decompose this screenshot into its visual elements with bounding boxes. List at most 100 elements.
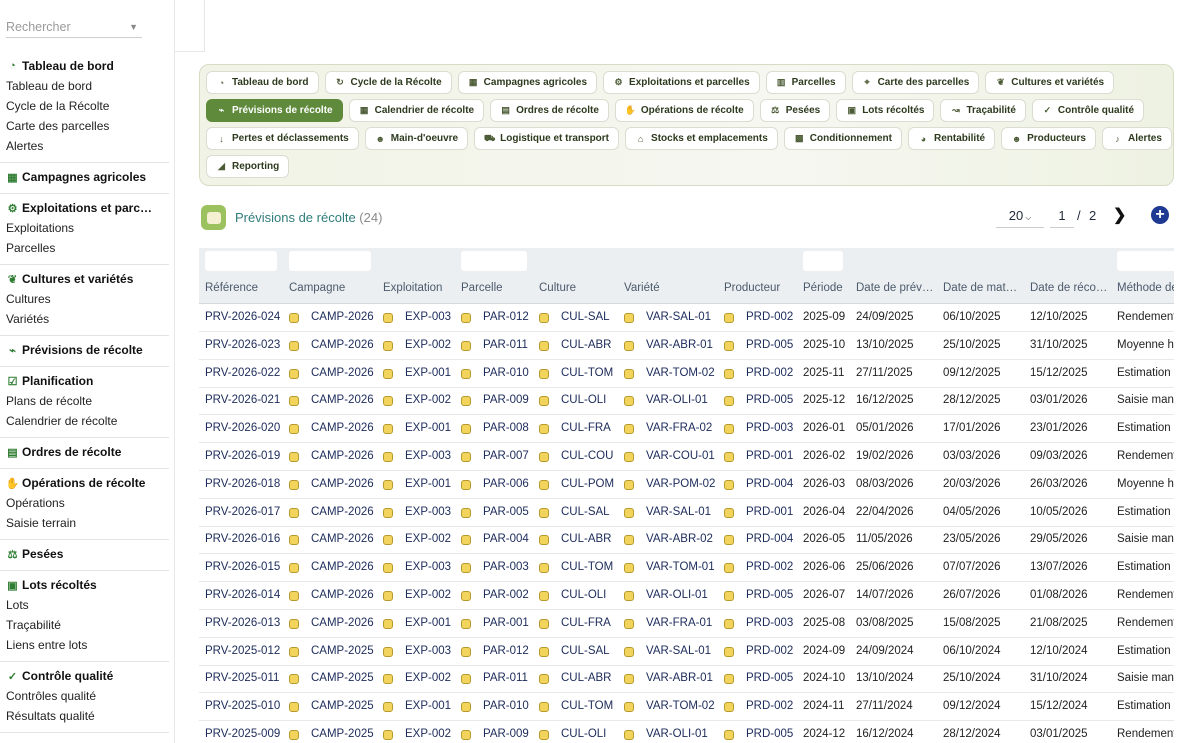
table-cell[interactable]: CAMP-2025 <box>311 672 374 684</box>
table-cell[interactable]: CUL-SAL <box>561 645 610 657</box>
add-record-button[interactable]: + <box>1151 206 1169 224</box>
sidebar-item[interactable]: Parcelles <box>6 238 163 258</box>
table-cell[interactable]: CAMP-2026 <box>311 561 374 573</box>
table-cell[interactable]: PRV-2026-024 <box>205 311 280 323</box>
tab-item[interactable]: ⌖ Carte des parcelles <box>851 71 980 94</box>
table-cell[interactable]: VAR-FRA-02 <box>646 422 712 434</box>
column-header[interactable]: Culture <box>539 282 576 294</box>
table-cell[interactable]: PRD-001 <box>746 506 793 518</box>
table-cell[interactable]: VAR-ABR-01 <box>646 672 713 684</box>
sidebar-item[interactable]: Opérations <box>6 493 163 513</box>
table-cell[interactable]: CUL-OLI <box>561 589 606 601</box>
table-row[interactable]: PRV-2025-011 CAMP-2025 EXP-002 PAR-011 CUL-A… <box>199 665 1174 694</box>
table-row[interactable]: PRV-2026-017 CAMP-2026 EXP-003 PAR-005 CUL-S… <box>199 499 1174 527</box>
table-row[interactable]: PRV-2026-018 CAMP-2026 EXP-001 PAR-006 CUL-P… <box>199 471 1174 499</box>
tab-item[interactable]: ▦ Calendrier de récolte <box>348 99 485 122</box>
table-row[interactable]: PRV-2026-024 CAMP-2026 EXP-003 PAR-012 CUL-S… <box>199 304 1174 332</box>
tab-item[interactable]: ▣ Lots récoltés <box>836 99 935 122</box>
column-header[interactable]: Date de réco… <box>1030 282 1107 294</box>
sidebar-section-title[interactable]: ☑ Planification <box>6 371 163 391</box>
chevron-down-icon[interactable]: ▼ <box>129 16 138 38</box>
table-cell[interactable]: CUL-FRA <box>561 617 611 629</box>
sidebar-item[interactable]: Plans de récolte <box>6 391 163 411</box>
table-cell[interactable]: EXP-001 <box>405 617 451 629</box>
table-cell[interactable]: VAR-ABR-02 <box>646 533 713 545</box>
table-cell[interactable]: EXP-001 <box>405 422 451 434</box>
table-cell[interactable]: CAMP-2026 <box>311 394 374 406</box>
table-cell[interactable]: PRD-005 <box>746 339 793 351</box>
table-cell[interactable]: PAR-012 <box>483 645 529 657</box>
table-cell[interactable]: PRV-2026-022 <box>205 367 280 379</box>
column-filter-input[interactable] <box>1117 251 1174 271</box>
table-cell[interactable]: EXP-003 <box>405 645 451 657</box>
sidebar-item[interactable]: Alertes <box>6 136 163 156</box>
tab-item[interactable]: ⚙ Exploitations et parcelles <box>603 71 760 94</box>
table-cell[interactable]: PRV-2025-009 <box>205 728 280 740</box>
table-row[interactable]: PRV-2026-022 CAMP-2026 EXP-001 PAR-010 CUL-T… <box>199 360 1174 388</box>
table-cell[interactable]: EXP-002 <box>405 533 451 545</box>
table-cell[interactable]: PRV-2025-010 <box>205 700 280 712</box>
sidebar-item[interactable]: Cultures <box>6 289 163 309</box>
table-cell[interactable]: PAR-007 <box>483 450 529 462</box>
table-cell[interactable]: PRD-005 <box>746 728 793 740</box>
sidebar-item[interactable]: Lots <box>6 595 163 615</box>
table-cell[interactable]: CUL-SAL <box>561 506 610 518</box>
table-cell[interactable]: CAMP-2026 <box>311 617 374 629</box>
table-cell[interactable]: PRD-003 <box>746 617 793 629</box>
table-cell[interactable]: PRD-003 <box>746 422 793 434</box>
sidebar-item[interactable]: Carte des parcelles <box>6 116 163 136</box>
table-cell[interactable]: PRD-002 <box>746 645 793 657</box>
tab-item[interactable]: ❦ Cultures et variétés <box>985 71 1115 94</box>
table-cell[interactable]: VAR-SAL-01 <box>646 311 711 323</box>
table-row[interactable]: PRV-2026-013 CAMP-2026 EXP-001 PAR-001 CUL-F… <box>199 610 1174 638</box>
table-row[interactable]: PRV-2026-023 CAMP-2026 EXP-002 PAR-011 CUL-A… <box>199 332 1174 360</box>
tab-item[interactable]: ♪ Alertes <box>1102 127 1172 150</box>
sidebar-item[interactable]: Saisie terrain <box>6 513 163 533</box>
sidebar-item[interactable]: Variétés <box>6 309 163 329</box>
table-cell[interactable]: PRD-004 <box>746 478 793 490</box>
table-cell[interactable]: PRD-002 <box>746 311 793 323</box>
search-input[interactable]: Rechercher ▼ <box>6 16 142 38</box>
table-cell[interactable]: CUL-TOM <box>561 700 613 712</box>
sidebar-item[interactable]: Calendrier de récolte <box>6 411 163 431</box>
table-cell[interactable]: PRD-002 <box>746 367 793 379</box>
table-cell[interactable]: CAMP-2026 <box>311 422 374 434</box>
next-page-icon[interactable]: ❯ <box>1113 205 1126 225</box>
table-cell[interactable]: PRD-005 <box>746 589 793 601</box>
table-cell[interactable]: VAR-TOM-02 <box>646 367 715 379</box>
tab-item[interactable]: ▥ Parcelles <box>765 71 846 94</box>
table-cell[interactable]: PAR-002 <box>483 589 529 601</box>
table-cell[interactable]: EXP-001 <box>405 700 451 712</box>
table-cell[interactable]: EXP-002 <box>405 589 451 601</box>
tab-item[interactable]: ◢ Reporting <box>206 155 290 178</box>
sidebar-section-title[interactable]: ▦ Campagnes agricoles <box>6 167 163 187</box>
table-cell[interactable]: EXP-001 <box>405 367 451 379</box>
page-number-input[interactable]: 1 <box>1050 206 1074 228</box>
table-row[interactable]: PRV-2026-014 CAMP-2026 EXP-002 PAR-002 CUL-O… <box>199 582 1174 610</box>
table-cell[interactable]: PRV-2026-015 <box>205 561 280 573</box>
column-filter-input[interactable] <box>289 251 371 271</box>
table-cell[interactable]: VAR-TOM-02 <box>646 700 715 712</box>
column-header[interactable]: Date de prév… <box>856 282 933 294</box>
table-cell[interactable]: VAR-OLI-01 <box>646 394 708 406</box>
table-cell[interactable]: PRV-2026-023 <box>205 339 280 351</box>
table-cell[interactable]: CAMP-2026 <box>311 589 374 601</box>
table-cell[interactable]: EXP-003 <box>405 561 451 573</box>
sidebar-section-title[interactable]: ◔ Tableau de bord <box>6 56 163 76</box>
table-cell[interactable]: PRD-002 <box>746 561 793 573</box>
table-cell[interactable]: CAMP-2025 <box>311 728 374 740</box>
tab-item[interactable]: ✋ Opérations de récolte <box>614 99 754 122</box>
column-header[interactable]: Référence <box>205 282 258 294</box>
table-row[interactable]: PRV-2026-020 CAMP-2026 EXP-001 PAR-008 CUL-F… <box>199 415 1174 444</box>
table-cell[interactable]: PAR-006 <box>483 478 529 490</box>
table-cell[interactable]: CUL-OLI <box>561 728 606 740</box>
table-cell[interactable]: VAR-SAL-01 <box>646 645 711 657</box>
column-header[interactable]: Variété <box>624 282 660 294</box>
table-cell[interactable]: EXP-002 <box>405 672 451 684</box>
tab-item[interactable]: ↝ Traçabilité <box>940 99 1026 122</box>
table-cell[interactable]: PAR-003 <box>483 561 529 573</box>
table-cell[interactable]: PRV-2026-020 <box>205 422 280 434</box>
table-cell[interactable]: CUL-POM <box>561 478 614 490</box>
sidebar-item[interactable]: Cycle de la Récolte <box>6 96 163 116</box>
sidebar-item[interactable]: Liens entre lots <box>6 635 163 655</box>
